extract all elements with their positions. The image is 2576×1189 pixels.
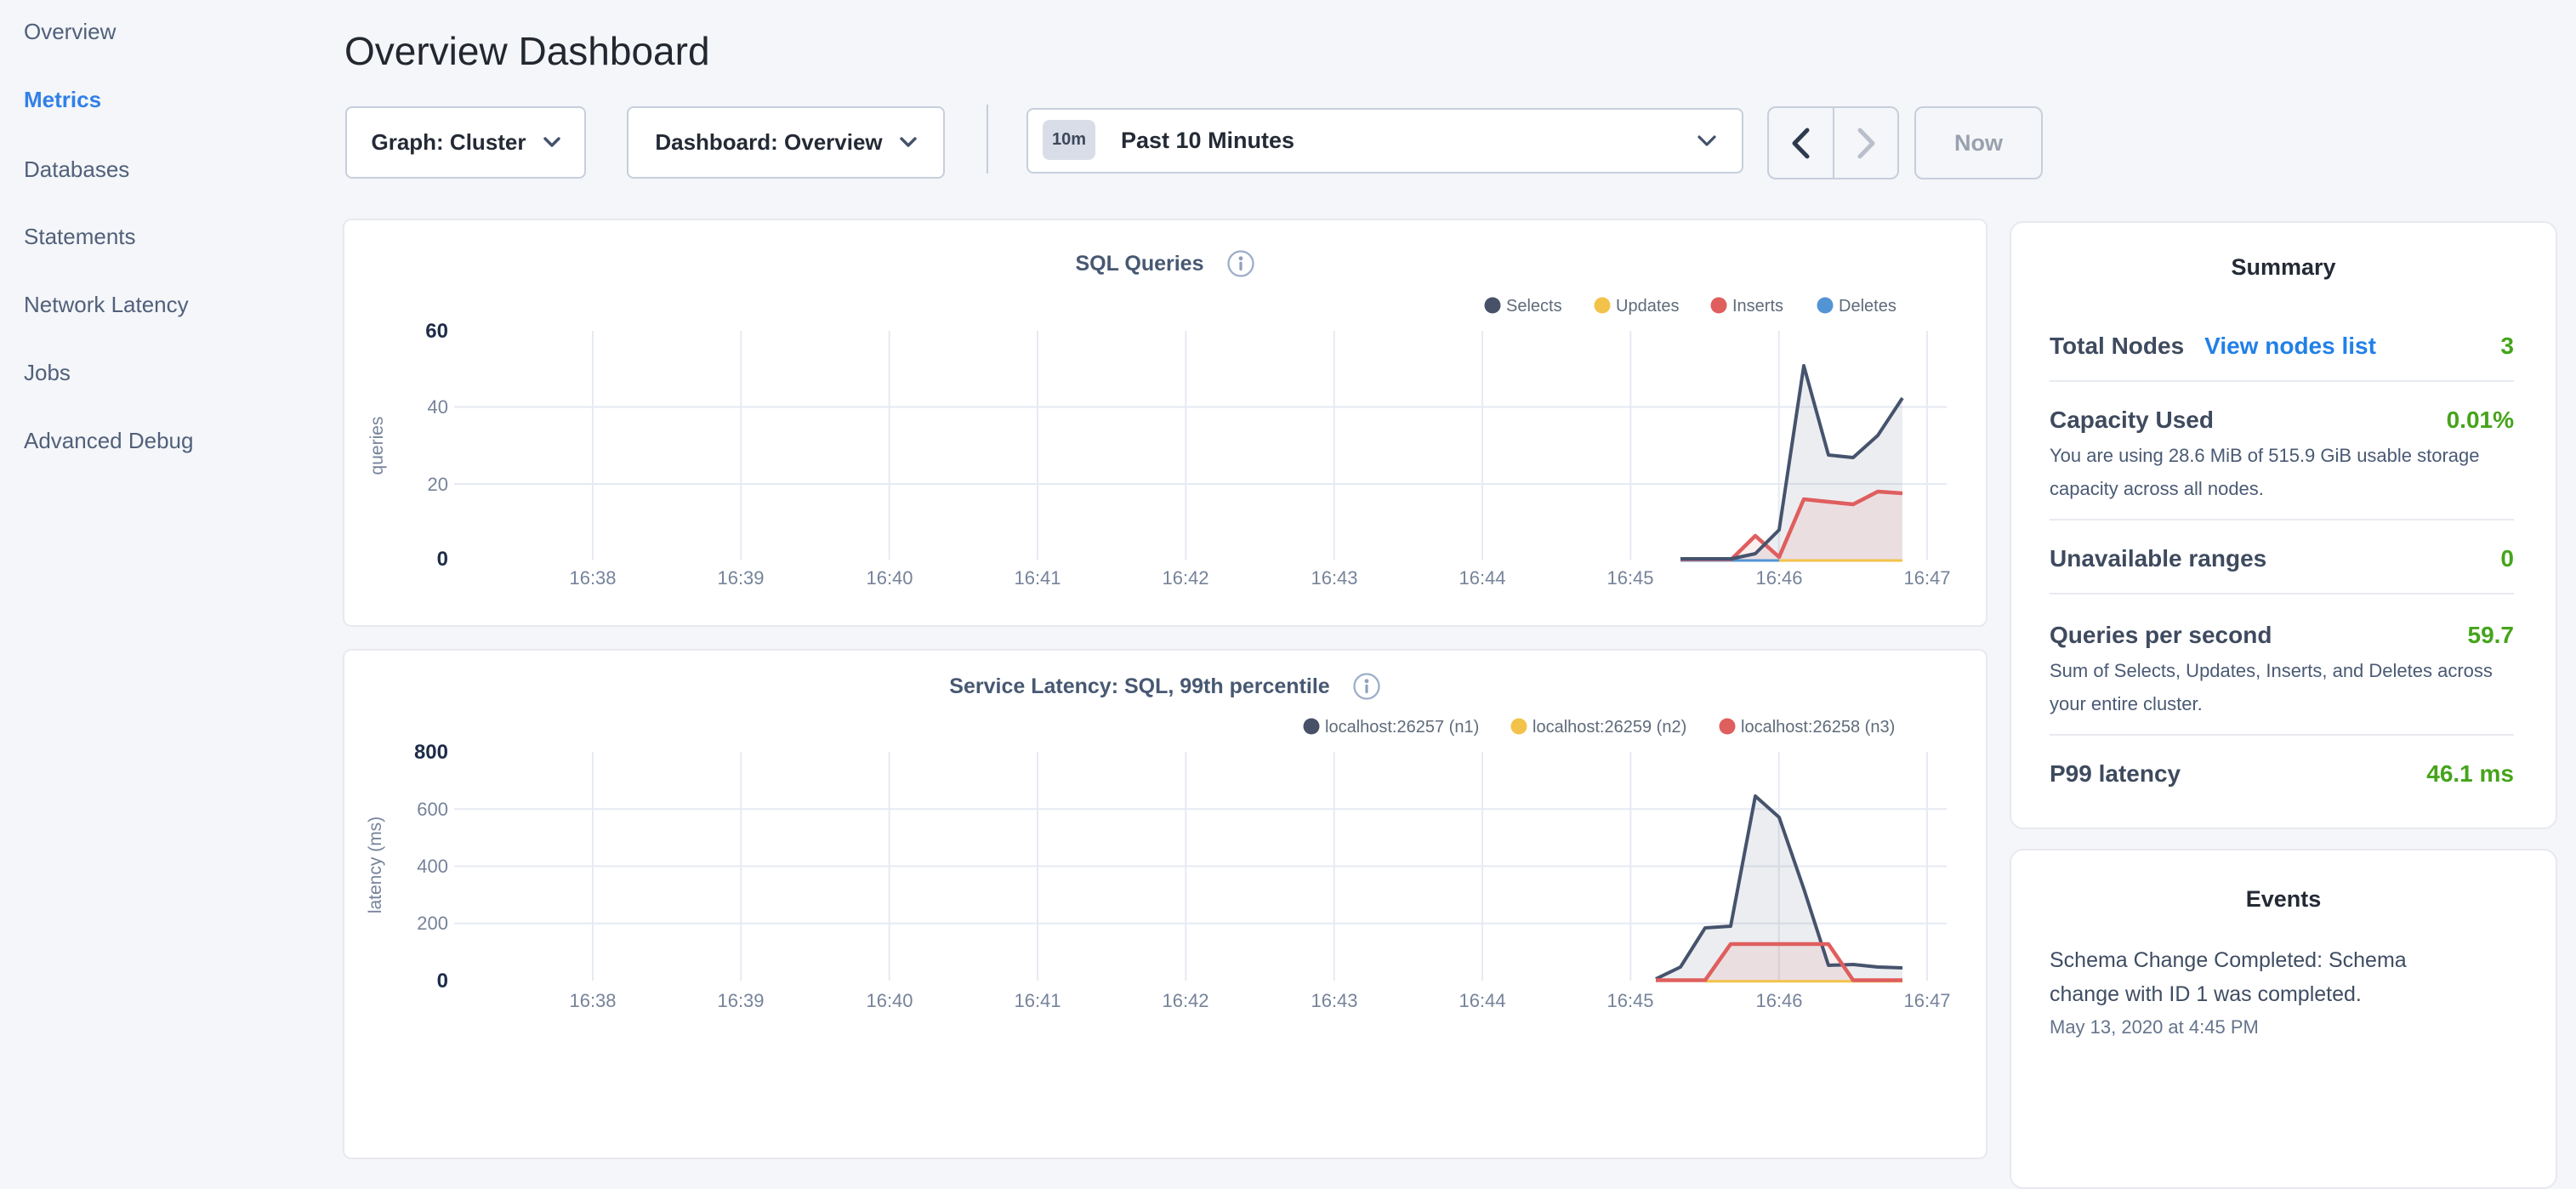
svg-text:60: 60	[425, 320, 448, 343]
svg-text:16:47: 16:47	[1903, 567, 1950, 589]
svg-text:16:45: 16:45	[1606, 990, 1653, 1011]
svg-text:16:44: 16:44	[1459, 990, 1505, 1011]
svg-text:16:39: 16:39	[717, 567, 764, 589]
svg-text:Deletes: Deletes	[1839, 297, 1896, 316]
svg-text:queries: queries	[367, 417, 387, 475]
svg-text:16:38: 16:38	[569, 567, 616, 589]
svg-text:Selects: Selects	[1506, 297, 1562, 316]
svg-text:16:39: 16:39	[717, 990, 764, 1011]
svg-text:16:41: 16:41	[1014, 567, 1061, 589]
svg-text:16:40: 16:40	[866, 567, 913, 589]
svg-text:400: 400	[417, 856, 448, 877]
svg-text:16:44: 16:44	[1459, 567, 1505, 589]
svg-text:16:46: 16:46	[1755, 567, 1802, 589]
svg-text:0: 0	[437, 970, 448, 993]
svg-text:16:45: 16:45	[1606, 567, 1653, 589]
svg-text:16:41: 16:41	[1014, 990, 1061, 1011]
svg-text:16:42: 16:42	[1162, 567, 1208, 589]
svg-text:localhost:26258 (n3): localhost:26258 (n3)	[1741, 718, 1895, 737]
svg-text:200: 200	[417, 913, 448, 934]
svg-text:40: 40	[428, 396, 448, 418]
svg-text:16:42: 16:42	[1162, 990, 1208, 1011]
svg-text:latency (ms): latency (ms)	[366, 816, 385, 913]
svg-text:localhost:26257 (n1): localhost:26257 (n1)	[1325, 718, 1479, 737]
svg-text:16:40: 16:40	[866, 990, 913, 1011]
svg-text:Updates: Updates	[1616, 297, 1680, 316]
svg-text:16:38: 16:38	[569, 990, 616, 1011]
svg-text:16:46: 16:46	[1755, 990, 1802, 1011]
svg-text:16:43: 16:43	[1311, 567, 1357, 589]
svg-text:20: 20	[428, 474, 448, 495]
svg-text:16:43: 16:43	[1311, 990, 1357, 1011]
svg-text:800: 800	[414, 741, 448, 764]
svg-text:localhost:26259 (n2): localhost:26259 (n2)	[1533, 718, 1686, 737]
svg-text:16:47: 16:47	[1903, 990, 1950, 1011]
svg-text:0: 0	[437, 548, 448, 571]
svg-text:Inserts: Inserts	[1732, 297, 1783, 316]
svg-text:600: 600	[417, 799, 448, 820]
